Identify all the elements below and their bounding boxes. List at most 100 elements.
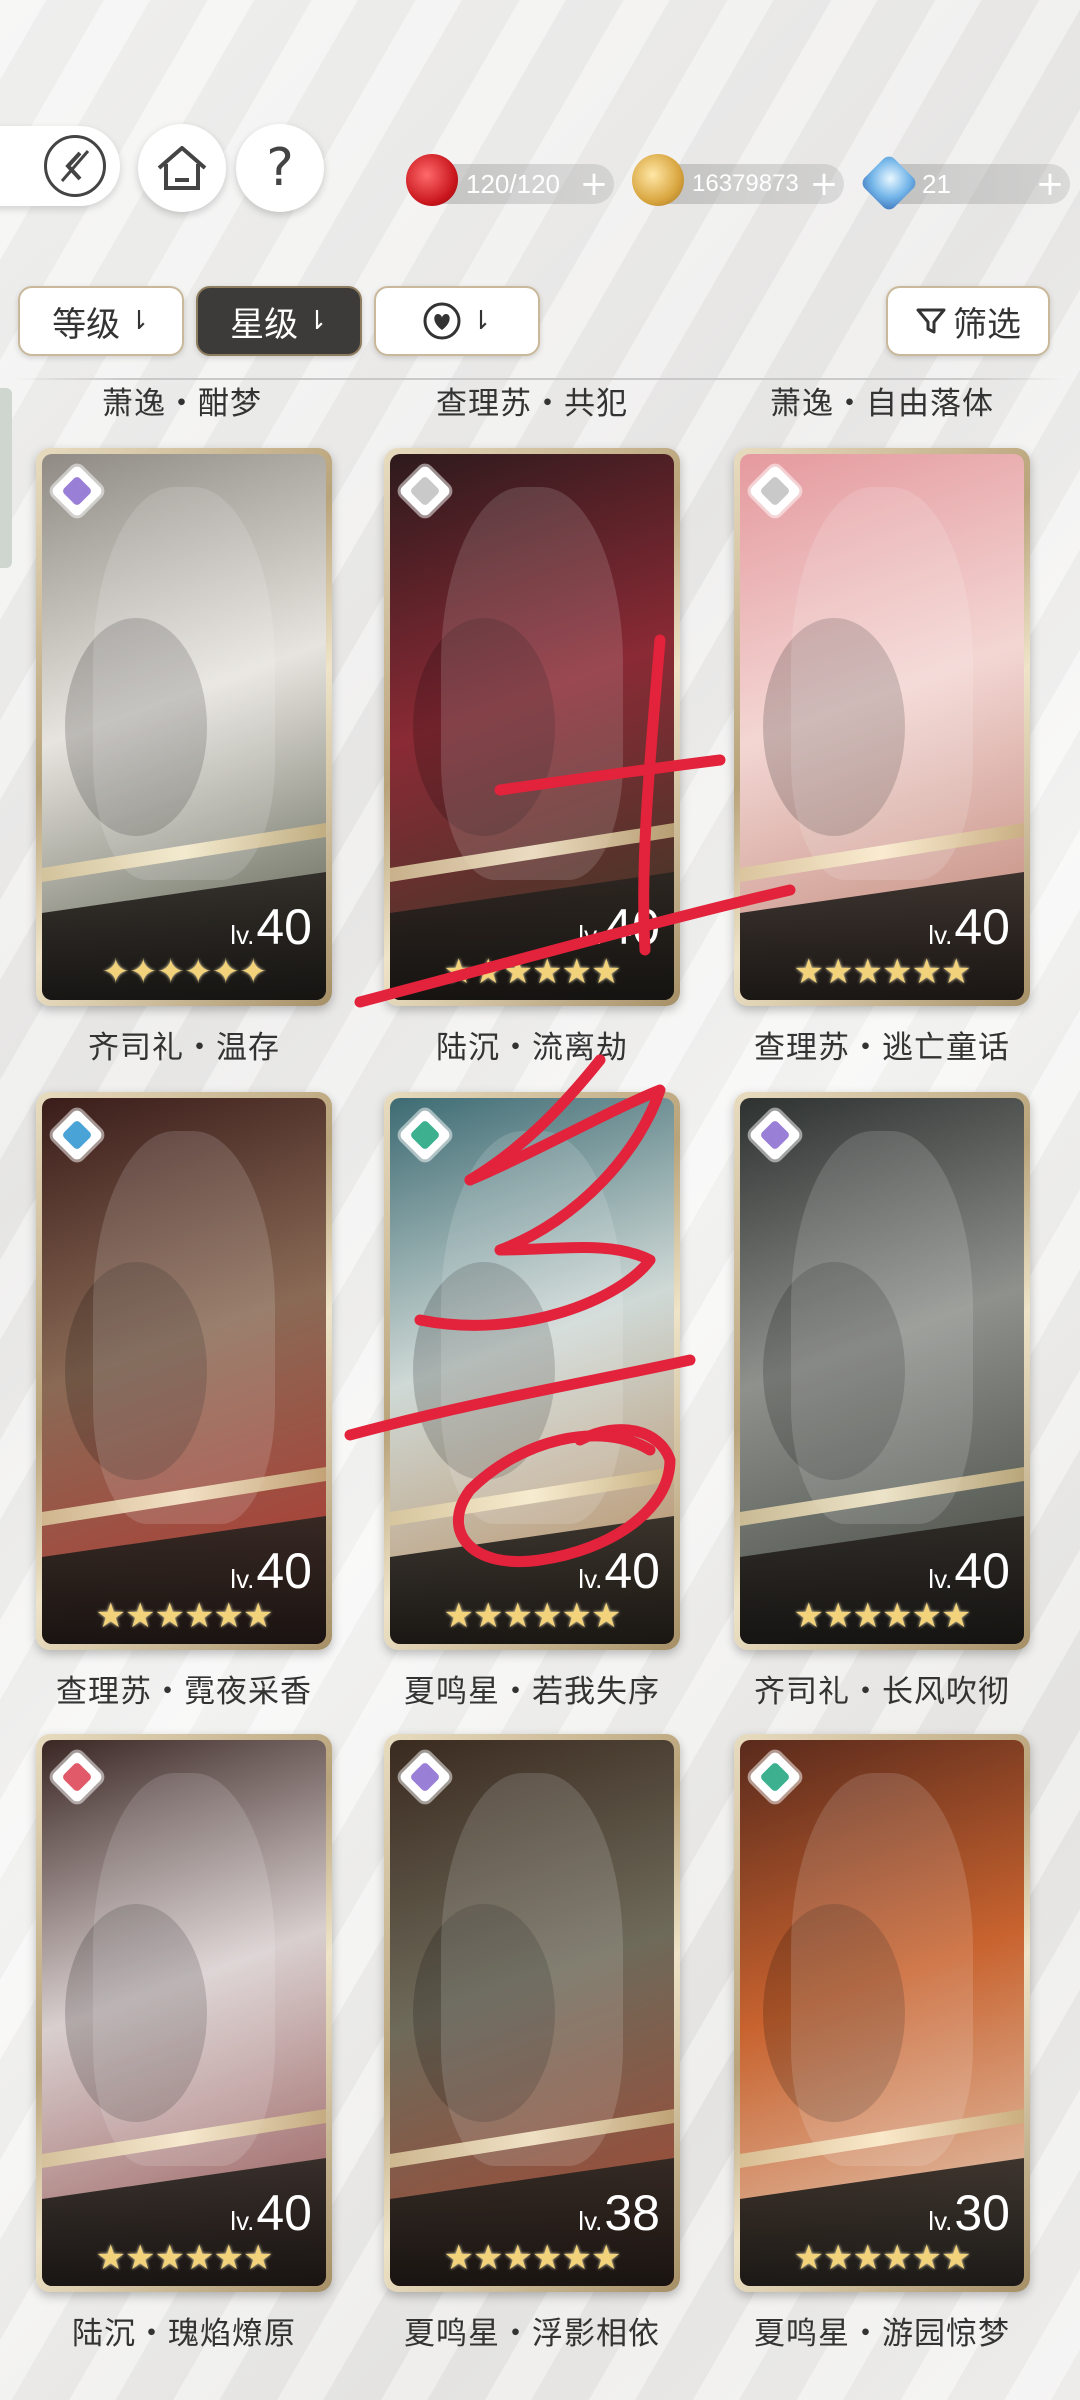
gem-counter: 21 + <box>859 153 1070 213</box>
home-icon <box>157 146 207 190</box>
card-figure <box>791 1130 973 1524</box>
memory-card[interactable]: lv.40 ★★★★★★ <box>734 1092 1030 1650</box>
sort-by-star-button[interactable]: 星级 ⇂ <box>196 286 362 356</box>
card-title: 夏鸣星・浮影相依 <box>404 2316 660 2352</box>
card-title: 夏鸣星・若我失序 <box>404 1674 660 1710</box>
star-rating: ★★★★★★ <box>443 2238 622 2278</box>
add-gold-button[interactable]: + <box>804 164 844 204</box>
gem-icon <box>859 153 919 213</box>
memory-card[interactable]: lv.40 ★★★★★★ <box>36 1092 332 1650</box>
attribute-badge-icon <box>398 1750 452 1804</box>
card-art: lv.40 ★★★★★★ <box>740 454 1024 1000</box>
card-art: lv.40 ★★★★★★ <box>42 1740 326 2286</box>
star-rating: ★★★★★★ <box>443 952 622 992</box>
card-art: lv.40 ★★★★★★ <box>42 1098 326 1644</box>
card-level: lv.40 <box>230 2184 312 2242</box>
filter-label: 筛选 <box>953 304 1021 345</box>
attribute-badge-icon <box>50 1750 104 1804</box>
level-prefix: lv. <box>928 1564 953 1594</box>
help-button[interactable]: ? <box>236 124 324 212</box>
card-figure <box>791 1772 973 2166</box>
gem-value: 21 <box>922 168 951 199</box>
level-prefix: lv. <box>928 2206 953 2236</box>
level-prefix: lv. <box>578 1564 603 1594</box>
star-rating: ✦✦✦✦✦✦ <box>101 952 268 992</box>
funnel-icon <box>916 308 946 334</box>
card-figure <box>441 1130 623 1524</box>
memory-card[interactable]: lv.40 ★★★★★★ <box>36 1734 332 2292</box>
memory-card[interactable]: lv.40 ★★★★★★ <box>384 448 680 1006</box>
level-value: 40 <box>604 1543 660 1599</box>
level-value: 40 <box>604 899 660 955</box>
card-title: 齐司礼・长风吹彻 <box>754 1674 1010 1710</box>
card-level: lv.40 <box>230 898 312 956</box>
add-stamina-button[interactable]: + <box>574 164 614 204</box>
memory-card[interactable]: lv.40 ★★★★★★ <box>734 448 1030 1006</box>
stamina-counter: 120/120 + <box>406 154 614 206</box>
card-title: 萧逸・自由落体 <box>770 386 994 422</box>
memory-card[interactable]: lv.30 ★★★★★★ <box>734 1734 1030 2292</box>
level-prefix: lv. <box>578 920 603 950</box>
sort-star-label: 星级 <box>230 304 299 345</box>
card-level: lv.38 <box>578 2184 660 2242</box>
level-prefix: lv. <box>230 920 255 950</box>
card-title: 夏鸣星・游园惊梦 <box>754 2316 1010 2352</box>
sort-by-level-button[interactable]: 等级 ⇂ <box>18 286 184 356</box>
memory-card[interactable]: lv.40 ✦✦✦✦✦✦ <box>36 448 332 1006</box>
card-art: lv.40 ★★★★★★ <box>390 1098 674 1644</box>
attribute-badge-icon <box>398 464 452 518</box>
apple-icon <box>406 154 458 206</box>
memory-card[interactable]: lv.38 ★★★★★★ <box>384 1734 680 2292</box>
star-rating: ★★★★★★ <box>443 1596 622 1636</box>
back-arrow-icon <box>44 135 106 197</box>
home-button[interactable] <box>138 124 226 212</box>
star-rating: ★★★★★★ <box>793 952 972 992</box>
card-art: lv.38 ★★★★★★ <box>390 1740 674 2286</box>
card-art: lv.30 ★★★★★★ <box>740 1740 1024 2286</box>
sort-by-affinity-button[interactable]: ⇂ <box>374 286 540 356</box>
level-prefix: lv. <box>230 1564 255 1594</box>
attribute-badge-icon <box>748 1750 802 1804</box>
level-value: 40 <box>954 899 1010 955</box>
level-value: 40 <box>256 1543 312 1599</box>
card-level: lv.40 <box>230 1542 312 1600</box>
card-art: lv.40 ★★★★★★ <box>390 454 674 1000</box>
card-figure <box>441 486 623 880</box>
card-figure <box>441 1772 623 2166</box>
card-figure <box>93 1772 275 2166</box>
memory-card[interactable]: lv.40 ★★★★★★ <box>384 1092 680 1650</box>
level-value: 40 <box>954 1543 1010 1599</box>
star-rating: ★★★★★★ <box>793 2238 972 2278</box>
level-prefix: lv. <box>928 920 953 950</box>
card-figure <box>93 486 275 880</box>
attribute-badge-icon <box>748 1108 802 1162</box>
filter-button[interactable]: 筛选 <box>886 286 1050 356</box>
attribute-badge-icon <box>398 1108 452 1162</box>
star-rating: ★★★★★★ <box>95 2238 274 2278</box>
sort-level-label: 等级 <box>52 304 121 345</box>
gold-counter: 16379873 + <box>632 154 844 206</box>
heart-icon <box>423 302 461 340</box>
level-value: 38 <box>604 2185 660 2241</box>
level-value: 30 <box>954 2185 1010 2241</box>
star-rating: ★★★★★★ <box>793 1596 972 1636</box>
sort-arrow-icon: ⇂ <box>128 306 150 336</box>
card-title: 查理苏・逃亡童话 <box>754 1030 1010 1066</box>
card-art: lv.40 ✦✦✦✦✦✦ <box>42 454 326 1000</box>
card-title: 陆沉・流离劫 <box>436 1030 628 1066</box>
card-title: 查理苏・霓夜采香 <box>56 1674 312 1710</box>
sort-arrow-icon: ⇂ <box>470 306 492 336</box>
card-title: 查理苏・共犯 <box>436 386 628 422</box>
side-scroll-tab[interactable] <box>0 388 12 568</box>
card-figure <box>791 486 973 880</box>
add-gem-button[interactable]: + <box>1030 164 1070 204</box>
back-button[interactable] <box>0 126 120 206</box>
level-value: 40 <box>256 2185 312 2241</box>
stamina-value: 120/120 <box>466 168 560 199</box>
sort-arrow-icon: ⇂ <box>306 306 328 336</box>
gold-value: 16379873 <box>692 170 799 197</box>
card-title: 齐司礼・温存 <box>88 1030 280 1066</box>
level-prefix: lv. <box>578 2206 603 2236</box>
card-figure <box>93 1130 275 1524</box>
star-rating: ★★★★★★ <box>95 1596 274 1636</box>
